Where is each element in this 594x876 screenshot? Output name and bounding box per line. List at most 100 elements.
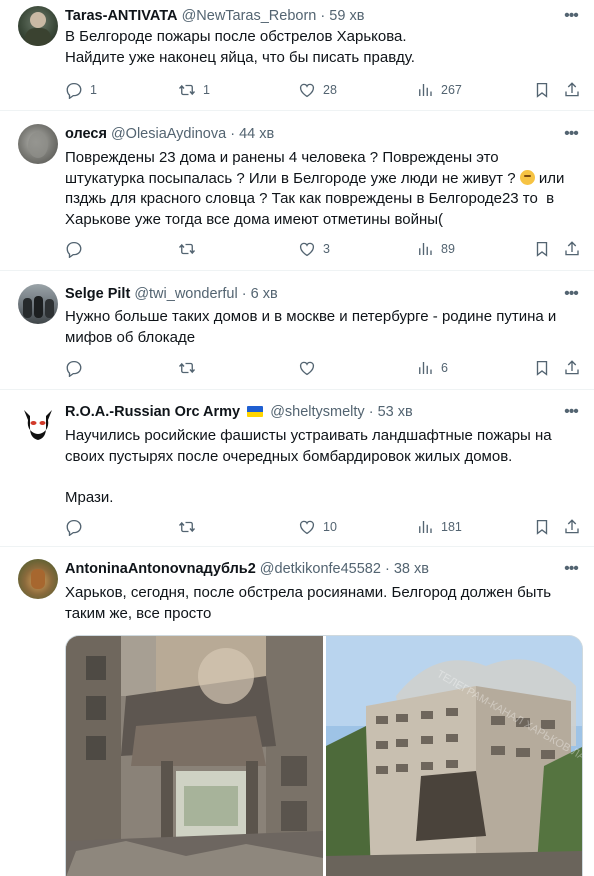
bookmark-icon	[533, 81, 551, 99]
like-count: 3	[323, 242, 330, 256]
share-button[interactable]	[563, 517, 581, 537]
tweet-header: AntoninaAntonovnaдубль2 @detkikonfe45582…	[65, 559, 554, 579]
more-icon[interactable]: •••	[562, 560, 580, 578]
share-icon	[563, 240, 581, 258]
timestamp[interactable]: 53 хв	[378, 404, 413, 420]
separator: ·	[230, 126, 236, 142]
timestamp[interactable]: 44 хв	[239, 126, 274, 142]
tweet-header: R.O.A.-Russian Orc Army @sheltysmelty · …	[65, 402, 554, 422]
tweet[interactable]: Taras-ANTIVATA @NewTaras_Reborn · 59 хв …	[0, 0, 594, 111]
photo-destroyed-building[interactable]	[66, 636, 323, 876]
like-button[interactable]	[298, 358, 323, 378]
views-icon	[416, 518, 434, 536]
separator: ·	[320, 8, 326, 24]
bookmark-button[interactable]	[533, 80, 551, 100]
view-count: 267	[441, 83, 462, 97]
tweet-header: олеся @OlesiaAydinova · 44 хв	[65, 124, 554, 144]
avatar[interactable]	[18, 284, 58, 324]
retweet-count: 1	[203, 83, 210, 97]
tweet[interactable]: Selge Pilt @twi_wonderful · 6 хв ••• Нуж…	[0, 271, 594, 390]
more-icon[interactable]: •••	[562, 285, 580, 303]
user-handle[interactable]: @OlesiaAydinova	[111, 126, 226, 142]
views-icon	[416, 359, 434, 377]
avatar[interactable]	[18, 6, 58, 46]
more-icon[interactable]: •••	[562, 125, 580, 143]
reply-icon	[65, 81, 83, 99]
user-handle[interactable]: @detkikonfe45582	[260, 561, 381, 577]
thinking-emoji-icon	[519, 169, 535, 185]
views-button[interactable]: 267	[416, 80, 462, 100]
views-icon	[416, 81, 434, 99]
timestamp[interactable]: 6 хв	[251, 286, 278, 302]
like-button[interactable]: 10	[298, 517, 337, 537]
reply-icon	[65, 518, 83, 536]
like-icon	[298, 359, 316, 377]
retweet-button[interactable]	[178, 239, 203, 259]
separator: ·	[384, 561, 390, 577]
reply-icon	[65, 359, 83, 377]
display-name[interactable]: олеся	[65, 126, 107, 142]
bookmark-icon	[533, 518, 551, 536]
retweet-icon	[178, 240, 196, 258]
share-icon	[563, 359, 581, 377]
view-count: 89	[441, 242, 455, 256]
like-button[interactable]: 3	[298, 239, 330, 259]
retweet-button[interactable]	[178, 358, 203, 378]
like-button[interactable]: 28	[298, 80, 337, 100]
reply-button[interactable]: 1	[65, 80, 97, 100]
tweet-header: Taras-ANTIVATA @NewTaras_Reborn · 59 хв	[65, 6, 554, 26]
reply-button[interactable]	[65, 358, 90, 378]
views-button[interactable]: 181	[416, 517, 462, 537]
retweet-icon	[178, 518, 196, 536]
reply-button[interactable]	[65, 517, 90, 537]
action-bar: 3 89	[65, 239, 585, 259]
tweet-media[interactable]: ТЕЛЕГРАМ-КАНАЛ ХАРЬКОВ ЛАЙФ	[65, 635, 583, 876]
tweet[interactable]: R.O.A.-Russian Orc Army @sheltysmelty · …	[0, 390, 594, 547]
action-bar: 1 1 28 267	[65, 80, 585, 100]
timestamp[interactable]: 38 хв	[394, 561, 429, 577]
display-name[interactable]: AntoninaAntonovnaдубль2	[65, 561, 256, 577]
orc-skull-icon	[24, 410, 52, 440]
like-count: 28	[323, 83, 337, 97]
user-handle[interactable]: @sheltysmelty	[270, 404, 365, 420]
retweet-icon	[178, 81, 196, 99]
reply-icon	[65, 240, 83, 258]
views-button[interactable]: 89	[416, 239, 455, 259]
user-handle[interactable]: @twi_wonderful	[134, 286, 237, 302]
like-icon	[298, 81, 316, 99]
bookmark-icon	[533, 359, 551, 377]
bookmark-button[interactable]	[533, 239, 551, 259]
bookmark-icon	[533, 240, 551, 258]
avatar[interactable]	[18, 559, 58, 599]
ukraine-flag-icon	[247, 406, 264, 417]
tweet-text-part: Повреждены 23 дома и ранены 4 человека ?…	[65, 149, 520, 187]
display-name[interactable]: R.O.A.-Russian Orc Army	[65, 404, 240, 420]
timestamp[interactable]: 59 хв	[329, 8, 364, 24]
share-button[interactable]	[563, 80, 581, 100]
more-icon[interactable]: •••	[562, 403, 580, 421]
tweet-text: В Белгороде пожары после обстрелов Харьк…	[65, 28, 415, 66]
action-bar: 10 181	[65, 517, 585, 537]
retweet-button[interactable]	[178, 517, 203, 537]
tweet[interactable]: олеся @OlesiaAydinova · 44 хв ••• Повреж…	[0, 111, 594, 271]
share-button[interactable]	[563, 239, 581, 259]
share-icon	[563, 81, 581, 99]
views-icon	[416, 240, 434, 258]
display-name[interactable]: Selge Pilt	[65, 286, 130, 302]
more-icon[interactable]: •••	[562, 7, 580, 25]
tweet-text: Научились росийские фашисты устраивать л…	[65, 427, 552, 506]
retweet-button[interactable]: 1	[178, 80, 210, 100]
views-button[interactable]: 6	[416, 358, 448, 378]
tweet-text: Повреждены 23 дома и ранены 4 человека ?…	[65, 148, 582, 230]
like-icon	[298, 518, 316, 536]
bookmark-button[interactable]	[533, 517, 551, 537]
share-button[interactable]	[563, 358, 581, 378]
bookmark-button[interactable]	[533, 358, 551, 378]
avatar[interactable]	[18, 124, 58, 164]
display-name[interactable]: Taras-ANTIVATA	[65, 8, 178, 24]
photo-burning-apartment-block[interactable]: ТЕЛЕГРАМ-КАНАЛ ХАРЬКОВ ЛАЙФ	[326, 636, 583, 876]
reply-button[interactable]	[65, 239, 90, 259]
like-count: 10	[323, 520, 337, 534]
avatar[interactable]	[18, 402, 58, 442]
user-handle[interactable]: @NewTaras_Reborn	[182, 8, 317, 24]
